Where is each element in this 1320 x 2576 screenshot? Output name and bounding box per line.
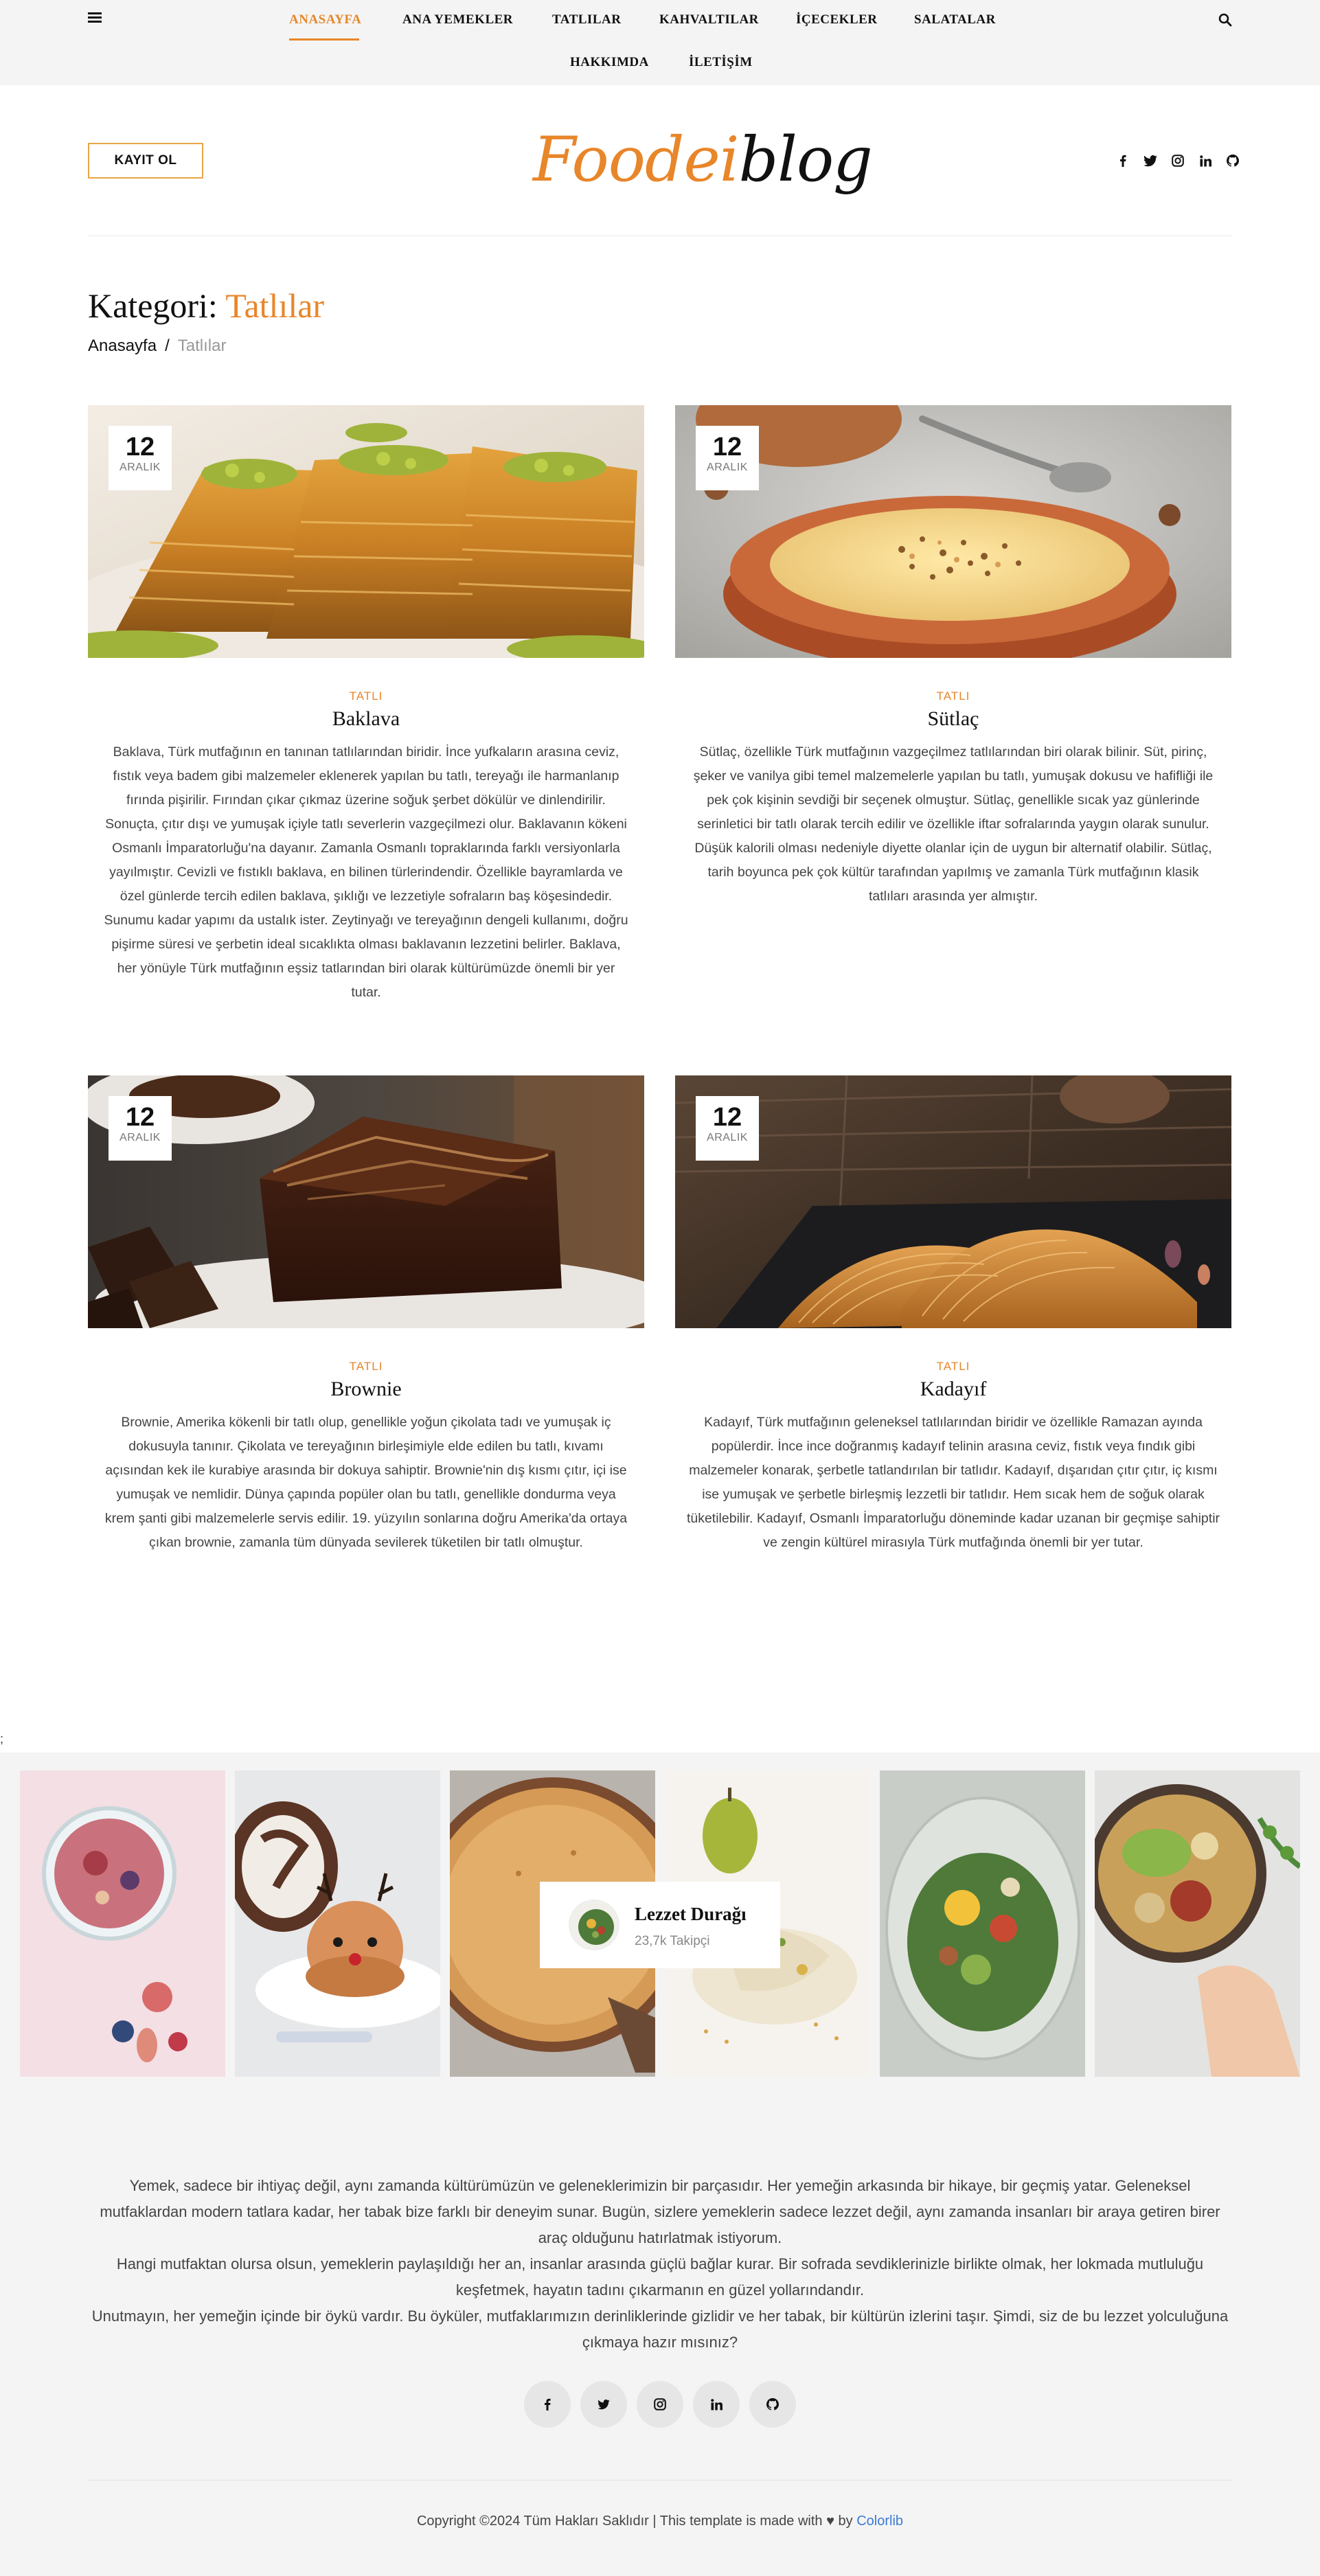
post-image-baklava[interactable]: 12 ARALIK <box>88 405 644 658</box>
post-title[interactable]: Baklava <box>88 707 644 731</box>
nav-item-salatalar[interactable]: SALATALAR <box>914 12 996 27</box>
nav-item-ana-yemekler[interactable]: ANA YEMEKLER <box>402 12 513 27</box>
hamburger-icon[interactable] <box>88 12 102 23</box>
page-title: Kategori: Tatlılar <box>88 286 325 325</box>
post-category[interactable]: TATLI <box>675 689 1231 703</box>
stray-text: ; <box>0 1732 4 1746</box>
instagram-follower-count: 23,7k Takipçi <box>635 1934 710 1948</box>
signup-button[interactable]: KAYIT OL <box>88 143 203 179</box>
nav-item-iletisim[interactable]: İLETİŞİM <box>689 55 753 70</box>
nav-active-indicator <box>289 38 359 41</box>
footer-about-text: Yemek, sadece bir ihtiyaç değil, aynı za… <box>91 2177 1229 2351</box>
post-date-badge: 12 ARALIK <box>696 1096 759 1161</box>
instagram-photo[interactable] <box>235 1770 440 2077</box>
instagram-photo[interactable] <box>1095 1770 1300 2077</box>
post-excerpt: Brownie, Amerika kökenli bir tatlı olup,… <box>104 1415 628 1550</box>
post-category[interactable]: TATLI <box>88 1360 644 1374</box>
nav-item-anasayfa[interactable]: ANASAYFA <box>289 12 361 27</box>
heart-icon: ♥ <box>826 2514 834 2529</box>
post-date-badge: 12 ARALIK <box>696 426 759 490</box>
top-navigation: ANASAYFA ANA YEMEKLER TATLILAR KAHVALTIL… <box>0 0 1320 85</box>
post-excerpt: Baklava, Türk mutfağının en tanınan tatl… <box>104 744 628 1000</box>
twitter-icon[interactable] <box>580 2381 627 2428</box>
post-category[interactable]: TATLI <box>88 689 644 703</box>
linkedin-icon[interactable] <box>693 2381 740 2428</box>
nav-item-kahvaltilar[interactable]: KAHVALTILAR <box>659 12 759 27</box>
post-title[interactable]: Kadayıf <box>675 1378 1231 1401</box>
post-image-kadayif[interactable]: 12 ARALIK <box>675 1075 1231 1328</box>
facebook-icon[interactable] <box>1114 152 1132 170</box>
facebook-icon[interactable] <box>524 2381 571 2428</box>
post-category[interactable]: TATLI <box>675 1360 1231 1374</box>
instagram-profile-card[interactable]: Lezzet Durağı 23,7k Takipçi <box>540 1882 780 1968</box>
linkedin-icon[interactable] <box>1196 152 1214 170</box>
site-logo[interactable]: Foodeiblog <box>533 124 873 196</box>
footer: Yemek, sadece bir ihtiyaç değil, aynı za… <box>0 2128 1320 2576</box>
instagram-icon[interactable] <box>1169 152 1187 170</box>
breadcrumb: Anasayfa / Tatlılar <box>88 337 227 355</box>
post-title[interactable]: Brownie <box>88 1378 644 1401</box>
post-image-brownie[interactable]: 12 ARALIK <box>88 1075 644 1328</box>
nav-item-hakkimda[interactable]: HAKKIMDA <box>570 55 649 70</box>
copyright: Copyright ©2024 Tüm Hakları Saklıdır | T… <box>416 2514 904 2529</box>
post-title[interactable]: Sütlaç <box>675 707 1231 731</box>
breadcrumb-current: Tatlılar <box>177 337 227 355</box>
nav-item-icecekler[interactable]: İÇECEKLER <box>796 12 878 27</box>
post-excerpt: Kadayıf, Türk mutfağının geleneksel tatl… <box>686 1415 1220 1550</box>
search-icon[interactable] <box>1218 13 1232 27</box>
breadcrumb-home-link[interactable]: Anasayfa <box>88 337 157 355</box>
instagram-photo[interactable] <box>20 1770 225 2077</box>
colorlib-link[interactable]: Colorlib <box>856 2514 903 2529</box>
avatar <box>569 1900 619 1950</box>
post-excerpt: Sütlaç, özellikle Türk mutfağının vazgeç… <box>693 744 1214 904</box>
header-social-links <box>1114 152 1242 170</box>
post-date-badge: 12 ARALIK <box>109 1096 172 1161</box>
post-date-badge: 12 ARALIK <box>109 426 172 490</box>
instagram-strip: Lezzet Durağı 23,7k Takipçi <box>0 1753 1320 2128</box>
instagram-account-name: Lezzet Durağı <box>635 1904 747 1924</box>
nav-item-tatlilar[interactable]: TATLILAR <box>552 12 621 27</box>
github-icon[interactable] <box>749 2381 796 2428</box>
github-icon[interactable] <box>1224 152 1242 170</box>
twitter-icon[interactable] <box>1141 152 1159 170</box>
instagram-icon[interactable] <box>637 2381 683 2428</box>
post-image-sutlac[interactable]: 12 ARALIK <box>675 405 1231 658</box>
instagram-photo[interactable] <box>880 1770 1085 2077</box>
footer-divider <box>88 2480 1232 2481</box>
